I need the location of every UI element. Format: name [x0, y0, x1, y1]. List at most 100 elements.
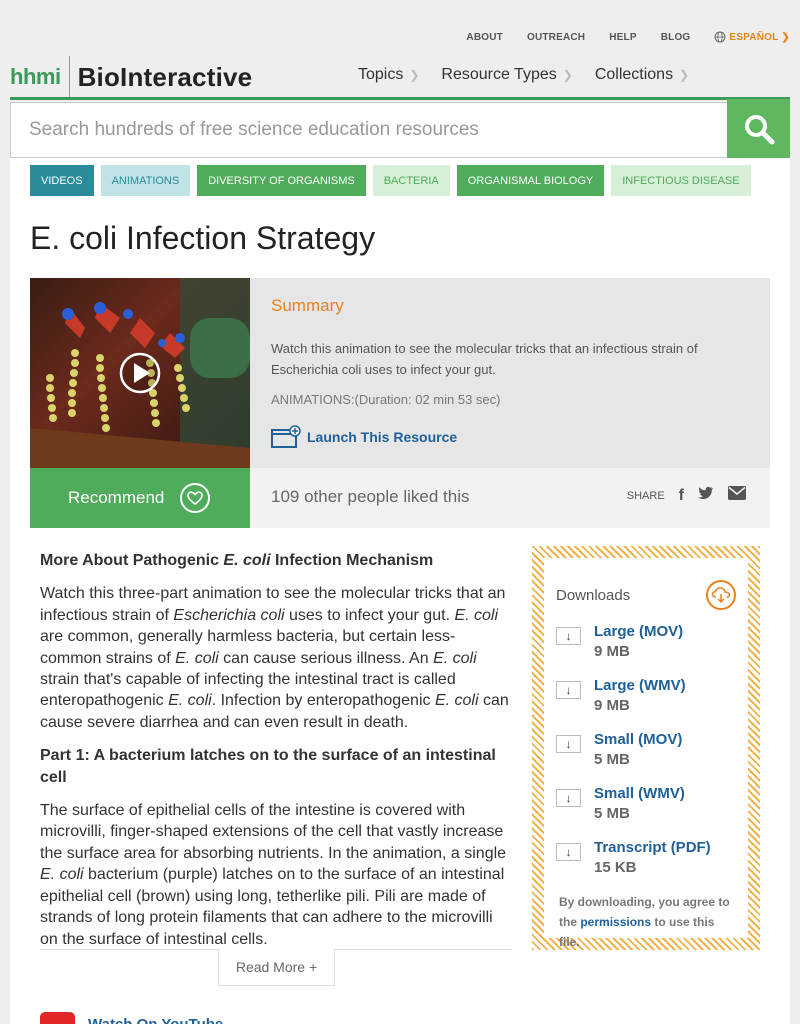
article-paragraph-1: Watch this three-part animation to see t… [40, 583, 512, 733]
duration-meta: ANIMATIONS:(Duration: 02 min 53 sec) [271, 392, 501, 407]
download-size: 5 MB [594, 751, 630, 768]
header-divider [10, 97, 790, 100]
download-name: Transcript (PDF) [594, 839, 711, 856]
main-nav: Topics ❯ Resource Types ❯ Collections ❯ [358, 66, 711, 84]
outreach-link[interactable]: OUTREACH [527, 32, 585, 43]
share-group: SHARE f [627, 486, 746, 505]
nav-collections[interactable]: Collections ❯ [595, 66, 689, 84]
chevron-down-icon: ❯ [781, 31, 790, 43]
help-link[interactable]: HELP [609, 32, 636, 43]
download-name: Large (WMV) [594, 677, 686, 694]
hhmi-logo-text: hhmi [10, 64, 61, 89]
download-name: Small (MOV) [594, 731, 683, 748]
chevron-down-icon: ❯ [679, 68, 690, 82]
italic: Escherichia coli [173, 606, 285, 624]
biointeractive-logo-text: BioInteractive [77, 61, 253, 92]
facebook-icon[interactable]: f [679, 487, 684, 505]
download-size: 9 MB [594, 697, 630, 714]
chevron-down-icon: ❯ [409, 68, 420, 82]
page-title: E. coli Infection Strategy [30, 220, 376, 256]
launch-window-icon [271, 425, 301, 448]
text: can cause serious illness. An [218, 649, 434, 667]
download-small-wmv[interactable]: ↓ Small (WMV) 5 MB [556, 784, 736, 824]
tag-infectious-disease[interactable]: INFECTIOUS DISEASE [611, 165, 751, 196]
site-logo[interactable]: hhmi BioInteractive [10, 56, 252, 98]
launch-resource-button[interactable]: Launch This Resource [271, 425, 741, 449]
download-arrow-icon: ↓ [556, 843, 581, 861]
tag-organismal-biology[interactable]: ORGANISMAL BIOLOGY [456, 165, 605, 196]
launch-label: Launch This Resource [307, 429, 458, 445]
download-arrow-icon: ↓ [556, 789, 581, 807]
video-thumbnail[interactable] [30, 278, 250, 468]
download-arrow-icon: ↓ [556, 627, 581, 645]
search-icon [744, 115, 774, 145]
language-label: ESPAÑOL [729, 31, 779, 43]
downloads-heading: Downloads [556, 586, 631, 604]
youtube-label: Watch On YouTube [88, 1015, 224, 1024]
download-size: 9 MB [594, 643, 630, 660]
recommend-bar: Recommend 109 other people liked this SH… [30, 468, 770, 528]
download-name: Large (MOV) [594, 623, 684, 640]
recommend-button[interactable]: Recommend [30, 468, 250, 528]
heading-text: Infection Mechanism [270, 552, 434, 569]
downloads-header: Downloads [556, 580, 736, 610]
tag-bacteria[interactable]: BACTERIA [372, 165, 450, 196]
heart-plus-icon [180, 483, 211, 513]
recommend-label: Recommend [68, 488, 165, 507]
nav-label: Collections [594, 66, 674, 83]
read-more-button[interactable]: Read More + [218, 949, 335, 986]
download-large-mov[interactable]: ↓ Large (MOV) 9 MB [556, 622, 736, 662]
summary-heading: Summary [271, 296, 344, 315]
globe-icon [714, 31, 726, 43]
download-transcript-pdf[interactable]: ↓ Transcript (PDF) 15 KB [556, 838, 736, 878]
watch-on-youtube-link[interactable]: Watch On YouTube [40, 1012, 223, 1024]
italic: E. coli [175, 649, 219, 667]
article-paragraph-2: The surface of epithelial cells of the i… [40, 800, 512, 950]
site-header: hhmi BioInteractive Topics ❯ Resource Typ… [10, 56, 790, 100]
download-size: 15 KB [594, 859, 637, 876]
search-bar [10, 99, 790, 159]
search-input[interactable] [11, 103, 711, 157]
tag-animations[interactable]: ANIMATIONS [100, 165, 191, 196]
resource-card: Summary Watch this animation to see the … [30, 278, 770, 468]
nav-label: Topics [358, 66, 404, 83]
tag-videos[interactable]: VIDEOS [30, 165, 94, 196]
share-label: SHARE [626, 489, 665, 502]
download-arrow-icon: ↓ [556, 735, 581, 753]
italic: E. coli [454, 606, 499, 624]
search-button[interactable] [727, 99, 790, 159]
summary-text: Watch this animation to see the molecula… [271, 341, 698, 377]
content-panel: VIDEOS ANIMATIONS DIVERSITY OF ORGANISMS… [10, 158, 790, 1024]
blog-link[interactable]: BLOG [661, 32, 691, 43]
download-small-mov[interactable]: ↓ Small (MOV) 5 MB [556, 730, 736, 770]
italic: E. coli [434, 692, 479, 710]
text: bacterium (purple) latches on to the sur… [40, 866, 505, 948]
tag-diversity-of-organisms[interactable]: DIVERSITY OF ORGANISMS [197, 165, 366, 196]
nav-resource-types[interactable]: Resource Types ❯ [441, 66, 572, 84]
italic: E. coli [168, 692, 212, 710]
article-body: More About Pathogenic E. coli Infection … [40, 550, 512, 962]
nav-label: Resource Types [441, 66, 557, 83]
text: The surface of epithelial cells of the i… [40, 802, 507, 862]
permissions-link[interactable]: permissions [580, 915, 651, 929]
article-heading: More About Pathogenic E. coli Infection … [40, 550, 512, 571]
chevron-down-icon: ❯ [562, 68, 573, 82]
about-link[interactable]: ABOUT [466, 32, 503, 43]
download-arrow-icon: ↓ [556, 681, 581, 699]
nav-topics[interactable]: Topics ❯ [358, 66, 419, 84]
heading-text: More About Pathogenic [40, 552, 224, 569]
twitter-icon[interactable] [698, 486, 714, 505]
downloads-box: Downloads ↓ Large (MOV) 9 MB ↓ Large (WMV… [532, 546, 760, 950]
download-terms: By downloading, you agree to the permiss… [556, 892, 736, 952]
text: . Infection by enteropathogenic [211, 692, 435, 710]
download-large-wmv[interactable]: ↓ Large (WMV) 9 MB [556, 676, 736, 716]
cloud-download-icon [706, 580, 736, 610]
email-icon[interactable] [728, 486, 746, 505]
heading-italic: E. coli [223, 552, 271, 569]
utility-nav: ABOUT OUTREACH HELP BLOG ESPAÑOL ❯ [442, 31, 790, 43]
summary-section: Summary Watch this animation to see the … [271, 296, 741, 449]
likes-count: 109 other people liked this [271, 487, 470, 506]
language-selector[interactable]: ESPAÑOL ❯ [714, 31, 790, 43]
tag-list: VIDEOS ANIMATIONS DIVERSITY OF ORGANISMS… [30, 165, 751, 196]
download-name: Small (WMV) [594, 785, 685, 802]
